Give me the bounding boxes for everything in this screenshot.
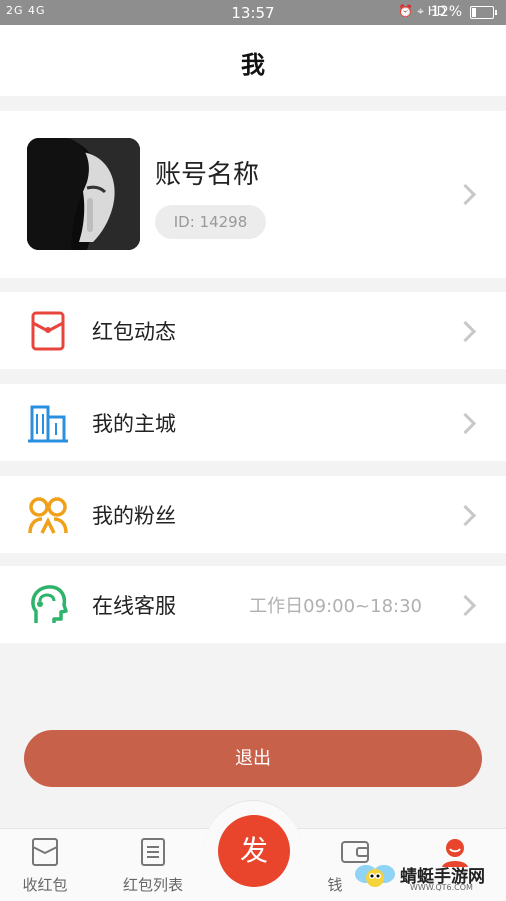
watermark-url: WWW.QT6.COM <box>410 883 473 892</box>
tab-red-envelope-list[interactable]: 红包列表 <box>108 829 198 901</box>
title-bar: 我 <box>0 25 506 96</box>
profile-card[interactable]: 账号名称 ID: 14298 <box>0 111 506 278</box>
send-red-envelope-button[interactable]: 发 <box>218 815 290 887</box>
red-envelope-icon <box>31 311 65 351</box>
city-buildings-icon <box>28 405 68 443</box>
chevron-right-icon <box>454 320 477 343</box>
menu-item-my-fans[interactable]: 我的粉丝 <box>0 476 506 553</box>
account-name: 账号名称 <box>155 160 260 190</box>
fans-icon <box>28 497 68 534</box>
menu-label: 红包动态 <box>92 320 176 344</box>
chevron-right-icon <box>454 412 477 435</box>
menu-item-online-service[interactable]: 在线客服 工作日09:00~18:30 <box>0 566 506 643</box>
avatar[interactable] <box>27 138 140 250</box>
headset-service-icon <box>31 585 68 623</box>
menu-label: 在线客服 <box>92 594 176 618</box>
menu-label: 我的主城 <box>92 412 176 436</box>
chevron-right-icon <box>454 504 477 527</box>
chevron-right-icon <box>454 594 477 617</box>
logout-button[interactable]: 退出 <box>24 730 482 787</box>
envelope-tab-icon <box>32 838 58 866</box>
menu-label: 我的粉丝 <box>92 504 176 528</box>
chevron-right-icon <box>454 183 477 206</box>
watermark-logo: 蜻蜓手游网 WWW.QT6.COM <box>350 856 500 896</box>
service-hours: 工作日09:00~18:30 <box>249 596 422 617</box>
status-bar: 2G 4G 13:57 ⏰ ⌖ HD 12% <box>0 0 506 25</box>
user-id-badge: ID: 14298 <box>155 205 266 239</box>
page-title: 我 <box>241 51 265 79</box>
tab-label: 红包列表 <box>122 876 183 894</box>
menu-item-my-city[interactable]: 我的主城 <box>0 384 506 461</box>
battery-percent: 12% <box>430 4 462 20</box>
menu-item-red-envelope-activity[interactable]: 红包动态 <box>0 292 506 369</box>
list-document-icon <box>141 838 165 866</box>
battery-icon <box>470 6 497 19</box>
tab-label: 收红包 <box>22 876 68 894</box>
tab-receive-red-envelope[interactable]: 收红包 <box>0 829 90 901</box>
dragonfly-logo-icon <box>355 865 395 887</box>
